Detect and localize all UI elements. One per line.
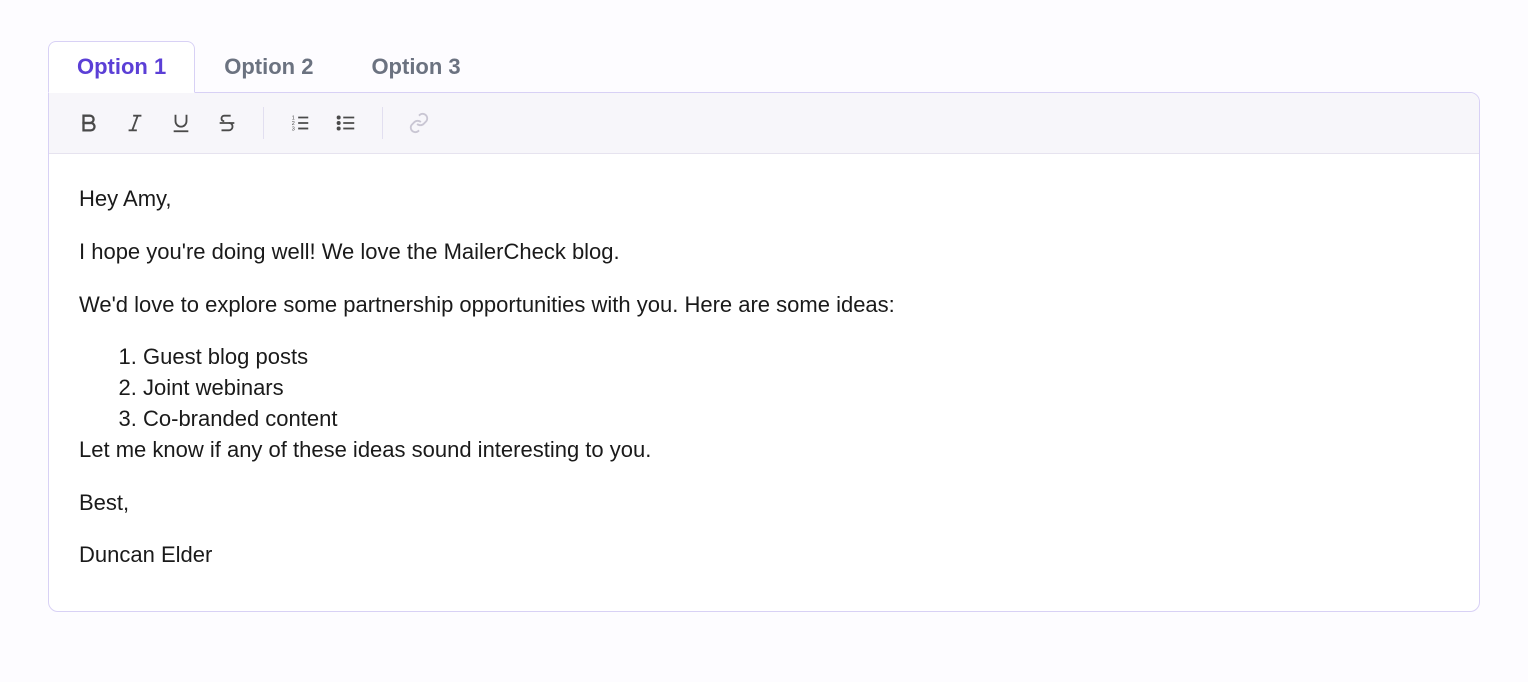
editor-container: Option 1 Option 2 Option 3: [0, 0, 1528, 612]
email-signature: Duncan Elder: [79, 540, 1449, 571]
link-button[interactable]: [399, 103, 439, 143]
email-followup: Let me know if any of these ideas sound …: [79, 435, 1449, 466]
tab-option-1[interactable]: Option 1: [48, 41, 195, 93]
tab-option-3[interactable]: Option 3: [342, 41, 489, 93]
tab-label: Option 3: [371, 54, 460, 79]
italic-icon: [124, 112, 146, 134]
list-item: Joint webinars: [143, 373, 1449, 404]
editor-panel: 1 2 3 Hey Amy, I hope yo: [48, 92, 1480, 612]
email-pitch: We'd love to explore some partnership op…: [79, 290, 1449, 321]
email-greeting: Hey Amy,: [79, 184, 1449, 215]
bold-button[interactable]: [69, 103, 109, 143]
formatting-toolbar: 1 2 3: [49, 93, 1479, 154]
svg-text:3: 3: [292, 126, 295, 132]
tab-label: Option 2: [224, 54, 313, 79]
link-icon: [408, 112, 430, 134]
tab-option-2[interactable]: Option 2: [195, 41, 342, 93]
toolbar-divider: [263, 107, 264, 139]
ordered-list-button[interactable]: 1 2 3: [280, 103, 320, 143]
ordered-list-icon: 1 2 3: [289, 112, 311, 134]
tab-label: Option 1: [77, 54, 166, 79]
unordered-list-icon: [335, 112, 357, 134]
strikethrough-icon: [216, 112, 238, 134]
unordered-list-button[interactable]: [326, 103, 366, 143]
italic-button[interactable]: [115, 103, 155, 143]
toolbar-divider: [382, 107, 383, 139]
list-item: Guest blog posts: [143, 342, 1449, 373]
underline-icon: [170, 112, 192, 134]
email-signoff: Best,: [79, 488, 1449, 519]
bold-icon: [78, 112, 100, 134]
email-body[interactable]: Hey Amy, I hope you're doing well! We lo…: [49, 154, 1479, 611]
underline-button[interactable]: [161, 103, 201, 143]
list-item: Co-branded content: [143, 404, 1449, 435]
strikethrough-button[interactable]: [207, 103, 247, 143]
email-intro: I hope you're doing well! We love the Ma…: [79, 237, 1449, 268]
tabs-bar: Option 1 Option 2 Option 3: [48, 40, 1480, 92]
email-ideas-list: Guest blog posts Joint webinars Co-brand…: [143, 342, 1449, 434]
